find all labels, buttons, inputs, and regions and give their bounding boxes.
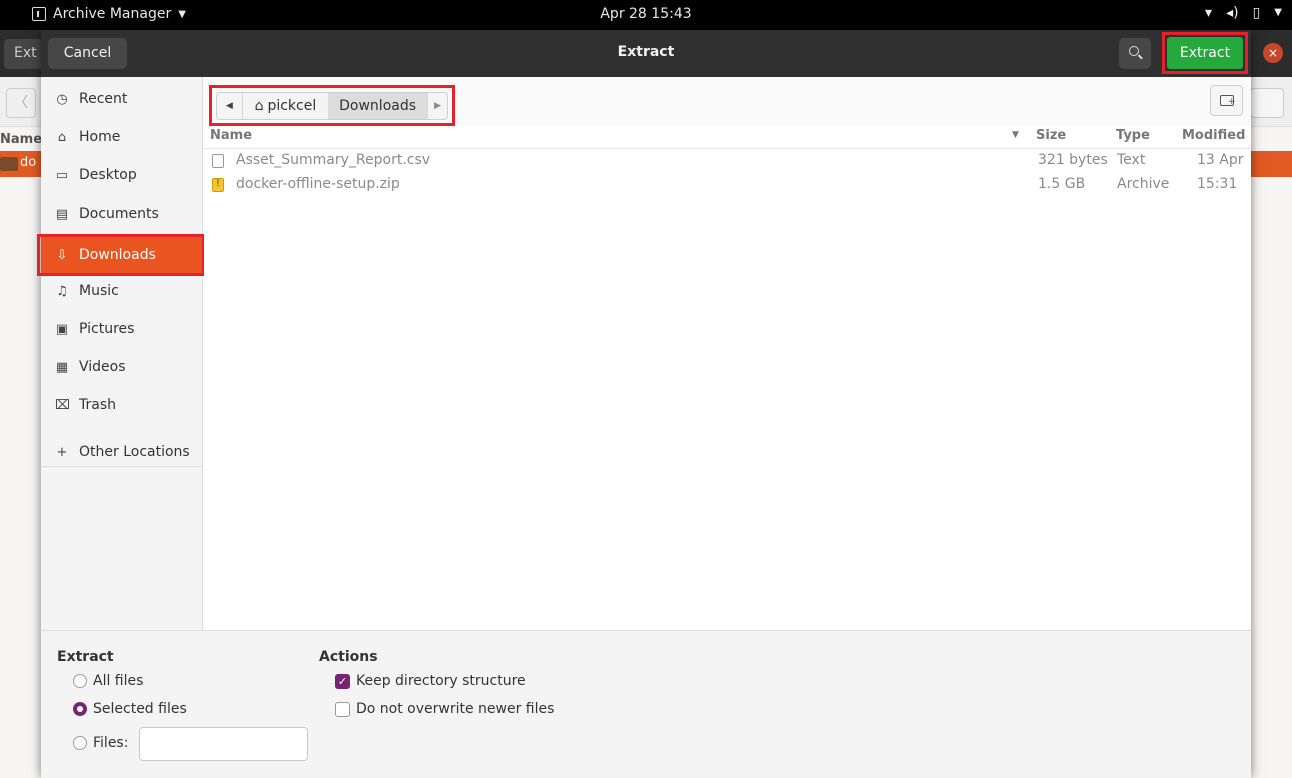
file-size: 1.5 GB [1038, 176, 1086, 192]
file-modified: 15:31 [1197, 176, 1238, 192]
radio-button[interactable] [73, 702, 87, 716]
desktop-icon: ▭ [55, 167, 69, 183]
file-name: docker-offline-setup.zip [236, 176, 400, 192]
archive-file-icon [212, 178, 224, 192]
extract-options: Extract All files Selected files Files: … [41, 630, 1251, 778]
header-divider [204, 148, 1251, 149]
file-row[interactable]: docker-offline-setup.zip 1.5 GB Archive … [204, 174, 1251, 198]
extract-button-bg[interactable]: Ext [4, 39, 44, 69]
sidebar-item-videos[interactable]: ▦ Videos [41, 349, 203, 385]
file-list: Name ▼ Size Type Modified Asset_Summary_… [204, 126, 1251, 630]
clock[interactable]: Apr 28 15:43 [0, 6, 1292, 22]
wifi-icon: ▾ [1205, 5, 1213, 21]
dialog-title: Extract [617, 44, 675, 60]
radio-files[interactable]: Files: [73, 735, 128, 751]
folder-icon [0, 157, 18, 171]
trash-icon: ⌧ [55, 397, 70, 413]
actions-section-title: Actions [319, 649, 378, 665]
new-folder-button[interactable] [1210, 85, 1243, 116]
new-folder-icon [1220, 95, 1236, 107]
sidebar-item-home[interactable]: ⌂ Home [41, 119, 203, 155]
radio-all-files[interactable]: All files [73, 673, 143, 689]
sidebar-item-trash[interactable]: ⌧ Trash [41, 387, 203, 423]
back-button[interactable]: 〈 [6, 88, 36, 118]
files-pattern-input[interactable] [139, 727, 308, 761]
close-icon[interactable]: × [1263, 43, 1283, 63]
text-file-icon [212, 154, 224, 168]
search-icon [1129, 46, 1139, 56]
file-size: 321 bytes [1038, 152, 1108, 168]
battery-icon: ▯ [1252, 5, 1261, 21]
documents-icon: ▤ [55, 206, 69, 222]
path-back-button[interactable]: ◀ [217, 93, 243, 119]
radio-selected-files[interactable]: Selected files [73, 701, 187, 717]
pictures-icon: ▣ [55, 321, 69, 337]
music-icon: ♫ [56, 283, 68, 299]
extract-button-label: Extract [1167, 37, 1243, 69]
file-modified: 13 Apr [1197, 152, 1244, 168]
top-bar: Archive Manager ▼ Apr 28 15:43 ▾ ◂) ▯ ▼ [0, 0, 1292, 30]
file-name: Asset_Summary_Report.csv [236, 152, 431, 168]
sidebar-item-documents[interactable]: ▤ Documents [41, 196, 203, 232]
videos-icon: ▦ [55, 359, 69, 375]
path-downloads-button[interactable]: Downloads [328, 93, 428, 119]
column-header-size[interactable]: Size [1036, 128, 1066, 143]
radio-button[interactable] [73, 736, 87, 750]
checkmark-icon[interactable]: ✓ [335, 673, 350, 689]
file-row[interactable]: Asset_Summary_Report.csv 321 bytes Text … [204, 150, 1251, 174]
extract-section-title: Extract [57, 649, 114, 665]
places-sidebar: ◷ Recent ⌂ Home ▭ Desktop ▤ Documents ⇩ … [37, 77, 205, 630]
sort-descending-icon: ▼ [1012, 130, 1019, 140]
system-tray[interactable]: ▾ ◂) ▯ ▼ [1205, 5, 1282, 21]
volume-icon: ◂) [1226, 5, 1239, 21]
radio-button[interactable] [73, 674, 87, 688]
column-header-name[interactable]: Name [210, 128, 252, 143]
selection-highlight [37, 234, 205, 276]
sidebar-item-desktop[interactable]: ▭ Desktop [41, 157, 203, 193]
extract-button[interactable]: Extract [1162, 32, 1248, 74]
checkbox-keep-directory-structure[interactable]: ✓ Keep directory structure [335, 673, 526, 689]
path-bar: ◀ ⌂ pickcel Downloads ▶ [209, 85, 455, 126]
chevron-down-icon: ▼ [1274, 7, 1282, 18]
extract-dialog: Cancel Extract Extract ◷ Recent ⌂ Home ▭… [37, 30, 1251, 778]
dialog-header: Cancel Extract Extract [41, 30, 1251, 77]
sidebar-item-pictures[interactable]: ▣ Pictures [41, 311, 203, 347]
path-home-button[interactable]: ⌂ pickcel [243, 93, 328, 119]
toolbar-button[interactable] [1250, 88, 1284, 118]
sidebar-item-other-locations[interactable]: + Other Locations [41, 434, 203, 470]
file-type: Text [1117, 152, 1146, 168]
sidebar-item-recent[interactable]: ◷ Recent [41, 81, 203, 117]
column-header-type[interactable]: Type [1116, 128, 1150, 143]
checkbox[interactable] [335, 701, 350, 717]
path-forward-button[interactable]: ▶ [427, 93, 447, 119]
sidebar-item-music[interactable]: ♫ Music [41, 273, 203, 309]
clock-icon: ◷ [56, 91, 68, 107]
file-type: Archive [1117, 176, 1170, 192]
home-icon: ⌂ [254, 98, 264, 114]
home-icon: ⌂ [57, 129, 67, 145]
name-column-header[interactable]: Name [0, 132, 42, 147]
column-header-modified[interactable]: Modified [1182, 128, 1245, 143]
checkbox-do-not-overwrite[interactable]: Do not overwrite newer files [335, 701, 554, 717]
plus-icon: + [56, 444, 68, 460]
search-button[interactable] [1119, 38, 1151, 69]
